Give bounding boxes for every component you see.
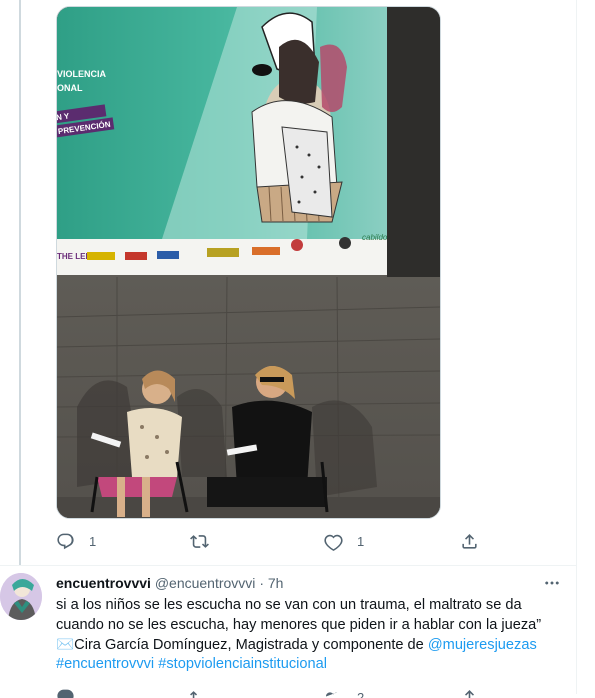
hashtag-link[interactable]: #stopviolenciainstitucional bbox=[158, 656, 327, 672]
more-options-button[interactable] bbox=[541, 574, 563, 592]
heart-icon bbox=[324, 532, 343, 551]
heart-icon bbox=[324, 688, 343, 698]
tweet-action-bar-partial: 2 bbox=[56, 688, 496, 698]
like-count: 1 bbox=[357, 534, 364, 549]
reply-icon bbox=[56, 688, 75, 698]
share-icon bbox=[460, 688, 479, 698]
tweet-text-line: cuando no se les escucha, hay menores qu… bbox=[56, 616, 566, 636]
hashtag-link[interactable]: #encuentrovvvi bbox=[56, 656, 154, 672]
retweet-icon bbox=[190, 688, 209, 698]
retweet-button[interactable] bbox=[190, 528, 223, 554]
author-name[interactable]: encuentrovvvi bbox=[56, 575, 151, 591]
screen-text-line2: ONAL bbox=[57, 83, 83, 93]
reply-icon bbox=[56, 532, 75, 551]
tweet-action-bar: 1 1 bbox=[56, 528, 496, 554]
photo-conference-panel: VIOLENCIA ONAL N Y PREVENCIÓN THE LEFT c… bbox=[57, 7, 440, 518]
avatar-illustration bbox=[0, 573, 42, 620]
separator-dot: · bbox=[259, 575, 264, 591]
retweet-button[interactable] bbox=[190, 688, 209, 698]
tweet-text-line: si a los niños se les escucha no se van … bbox=[56, 596, 566, 616]
share-button[interactable] bbox=[460, 528, 479, 554]
reply-count: 1 bbox=[89, 534, 96, 549]
share-button[interactable] bbox=[460, 688, 479, 698]
tweet-media-photo[interactable]: VIOLENCIA ONAL N Y PREVENCIÓN THE LEFT c… bbox=[56, 6, 441, 519]
reply-button[interactable] bbox=[56, 688, 75, 698]
tweet-text-line: ✉️Cira García Domínguez, Magistrada y co… bbox=[56, 636, 566, 656]
screen-text-line1: VIOLENCIA bbox=[57, 69, 107, 79]
tweet-timestamp[interactable]: 7h bbox=[268, 575, 284, 591]
tweet-divider bbox=[0, 565, 576, 566]
screen-logo-sponsor: cabildo bbox=[362, 233, 388, 242]
tweet-text-quote-credit: ✉️Cira García Domínguez, Magistrada y co… bbox=[56, 637, 428, 653]
like-button[interactable]: 1 bbox=[324, 528, 364, 554]
more-icon bbox=[543, 574, 561, 592]
share-icon bbox=[460, 532, 479, 551]
tweet-header: encuentrovvvi @encuentrovvvi · 7h bbox=[56, 574, 283, 592]
timeline-right-border bbox=[576, 0, 577, 694]
like-button[interactable]: 2 bbox=[324, 688, 364, 698]
author-handle[interactable]: @encuentrovvvi bbox=[155, 575, 256, 591]
retweet-icon bbox=[190, 532, 209, 551]
mention-link[interactable]: @mujeresjuezas bbox=[428, 637, 537, 653]
tweet-text: si a los niños se les escucha no se van … bbox=[56, 596, 566, 675]
avatar[interactable] bbox=[0, 573, 42, 620]
thread-connector-line bbox=[19, 0, 21, 565]
reply-button[interactable]: 1 bbox=[56, 528, 96, 554]
tweet-text-line: #encuentrovvvi #stopviolenciainstitucion… bbox=[56, 655, 566, 675]
